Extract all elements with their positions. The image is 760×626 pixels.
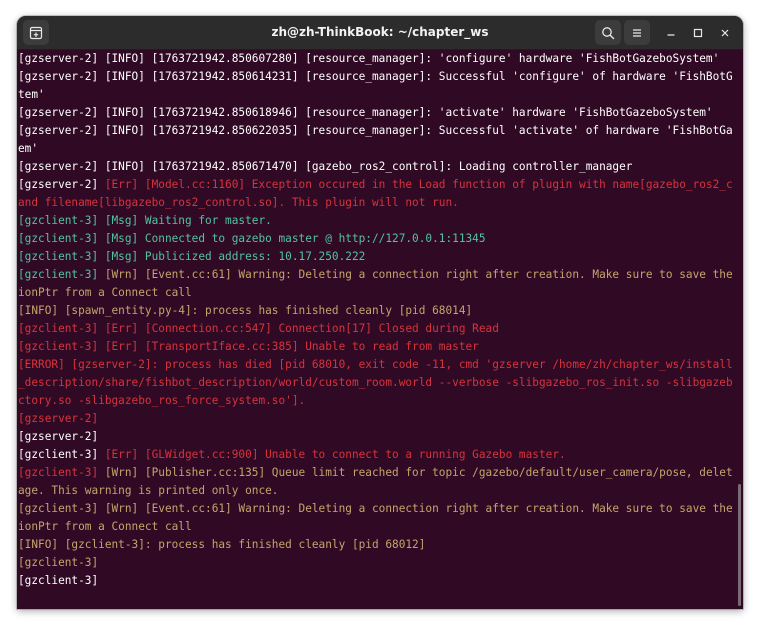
terminal-line: [gzclient-3] [Err] [GLWidget.cc:900] Una… [18, 446, 733, 464]
terminal-output[interactable]: [gzserver-2] [INFO] [1763721942.85060728… [17, 50, 733, 609]
title-bar[interactable]: zh@zh-ThinkBook: ~/chapter_ws [17, 16, 743, 50]
terminal-line: [gzclient-3] [Wrn] [Event.cc:61] Warning… [18, 500, 733, 518]
terminal-scrollbar[interactable] [738, 484, 741, 606]
terminal-text: tem' [18, 88, 45, 101]
terminal-text: ionPtr from a Connect call [18, 520, 192, 533]
hamburger-menu-icon [633, 28, 641, 37]
terminal-line: ionPtr from a Connect call [18, 518, 733, 536]
terminal-text: [gzclient-3] [18, 556, 99, 569]
terminal-line: [gzclient-3] [Msg] Waiting for master. [18, 212, 733, 230]
terminal-line: tem' [18, 86, 733, 104]
terminal-line: age. This warning is printed only once. [18, 482, 733, 500]
terminal-text: [gzserver-2] [18, 412, 99, 425]
maximize-button[interactable] [688, 23, 707, 42]
terminal-text: [gzserver-2] [18, 178, 105, 191]
terminal-line: [gzserver-2] [INFO] [1763721942.85060728… [18, 50, 733, 68]
terminal-text: [gzserver-2] [INFO] [1763721942.85061423… [18, 70, 733, 83]
terminal-text: [Err] [GLWidget.cc:900] Unable to connec… [104, 448, 566, 461]
terminal-line: [gzserver-2] [INFO] [1763721942.85061894… [18, 104, 733, 122]
terminal-line: em' [18, 140, 733, 158]
terminal-text: [gzserver-2] [INFO] [1763721942.85061894… [18, 106, 713, 119]
terminal-text: [gzserver-2] [INFO] [1763721942.85062203… [18, 124, 733, 137]
terminal-line: [INFO] [spawn_entity.py-4]: process has … [18, 302, 733, 320]
terminal-line: [gzclient-3] [Wrn] [Event.cc:61] Warning… [18, 266, 733, 284]
terminal-text: [gzserver-2] [18, 430, 99, 443]
new-tab-button[interactable] [23, 20, 49, 45]
terminal-text: [gzclient-3] [18, 448, 105, 461]
terminal-text: [gzclient-3] [Msg] Publicized address: 1… [18, 250, 366, 263]
menu-button[interactable] [624, 20, 650, 45]
terminal-line: [gzclient-3] [Msg] Publicized address: 1… [18, 248, 733, 266]
terminal-text: [INFO] [gzclient-3]: process has finishe… [18, 538, 426, 551]
search-button[interactable] [595, 20, 621, 45]
terminal-line: ionPtr from a Connect call [18, 284, 733, 302]
terminal-line: [ERROR] [gzserver-2]: process has died [… [18, 356, 733, 374]
terminal-line: [gzclient-3] [Err] [TransportIface.cc:38… [18, 338, 733, 356]
terminal-text: [gzclient-3] [Err] [Connection.cc:547] C… [18, 322, 499, 335]
terminal-text: [gzclient-3] [18, 466, 105, 479]
terminal-text: age. This warning is printed only once. [18, 484, 279, 497]
terminal-text: [gzclient-3] [Msg] Waiting for master. [18, 214, 272, 227]
terminal-line: ctory.so -slibgazebo_ros_force_system.so… [18, 392, 733, 410]
terminal-line: [gzserver-2] [18, 410, 733, 428]
terminal-text: [Err] [Model.cc:1160] Exception occured … [104, 178, 733, 191]
search-icon [602, 26, 615, 39]
minimize-button[interactable] [661, 23, 680, 42]
terminal-line: [gzclient-3] [Msg] Connected to gazebo m… [18, 230, 733, 248]
terminal-line: [gzserver-2] [INFO] [1763721942.85062203… [18, 122, 733, 140]
terminal-text: [gzserver-2] [INFO] [1763721942.85067147… [18, 160, 633, 173]
terminal-text: [gzclient-3] [18, 268, 105, 281]
terminal-text: [Wrn] [Publisher.cc:135] Queue limit rea… [104, 466, 733, 479]
terminal-line: [gzserver-2] [INFO] [1763721942.85061423… [18, 68, 733, 86]
terminal-line: [INFO] [gzclient-3]: process has finishe… [18, 536, 733, 554]
terminal-window: zh@zh-ThinkBook: ~/chapter_ws [gzserver-… [17, 16, 743, 609]
terminal-text: and filename[libgazebo_ros2_control.so].… [18, 196, 459, 209]
terminal-text: _description/share/fishbot_description/w… [18, 376, 733, 389]
new-tab-icon [29, 26, 43, 39]
terminal-line: [gzclient-3] [Err] [Connection.cc:547] C… [18, 320, 733, 338]
terminal-line: and filename[libgazebo_ros2_control.so].… [18, 194, 733, 212]
terminal-line: _description/share/fishbot_description/w… [18, 374, 733, 392]
terminal-line: [gzserver-2] [Err] [Model.cc:1160] Excep… [18, 176, 733, 194]
terminal-text: [INFO] [spawn_entity.py-4]: process has … [18, 304, 473, 317]
terminal-line: [gzclient-3] [18, 554, 733, 572]
terminal-text: [gzclient-3] [Wrn] [Event.cc:61] Warning… [18, 502, 733, 515]
terminal-line: [gzserver-2] [18, 428, 733, 446]
close-button[interactable] [715, 23, 734, 42]
terminal-line: [gzclient-3] [18, 572, 733, 590]
terminal-text: [gzclient-3] [18, 574, 99, 587]
terminal-text: [gzserver-2] [INFO] [1763721942.85060728… [18, 52, 720, 65]
terminal-text: [ERROR] [gzserver-2]: process has died [… [18, 358, 733, 371]
terminal-text: [Wrn] [Event.cc:61] Warning: Deleting a … [104, 268, 733, 281]
maximize-icon [693, 28, 702, 37]
terminal-text: [gzclient-3] [Msg] Connected to gazebo m… [18, 232, 486, 245]
minimize-icon [667, 33, 674, 36]
terminal-text: ctory.so -slibgazebo_ros_force_system.so… [18, 394, 306, 407]
terminal-line: [gzclient-3] [Wrn] [Publisher.cc:135] Qu… [18, 464, 733, 482]
close-icon [721, 29, 728, 36]
terminal-text: em' [18, 142, 39, 155]
terminal-text: ionPtr from a Connect call [18, 286, 192, 299]
terminal-text: [gzclient-3] [Err] [TransportIface.cc:38… [18, 340, 479, 353]
terminal-line: [gzserver-2] [INFO] [1763721942.85067147… [18, 158, 733, 176]
